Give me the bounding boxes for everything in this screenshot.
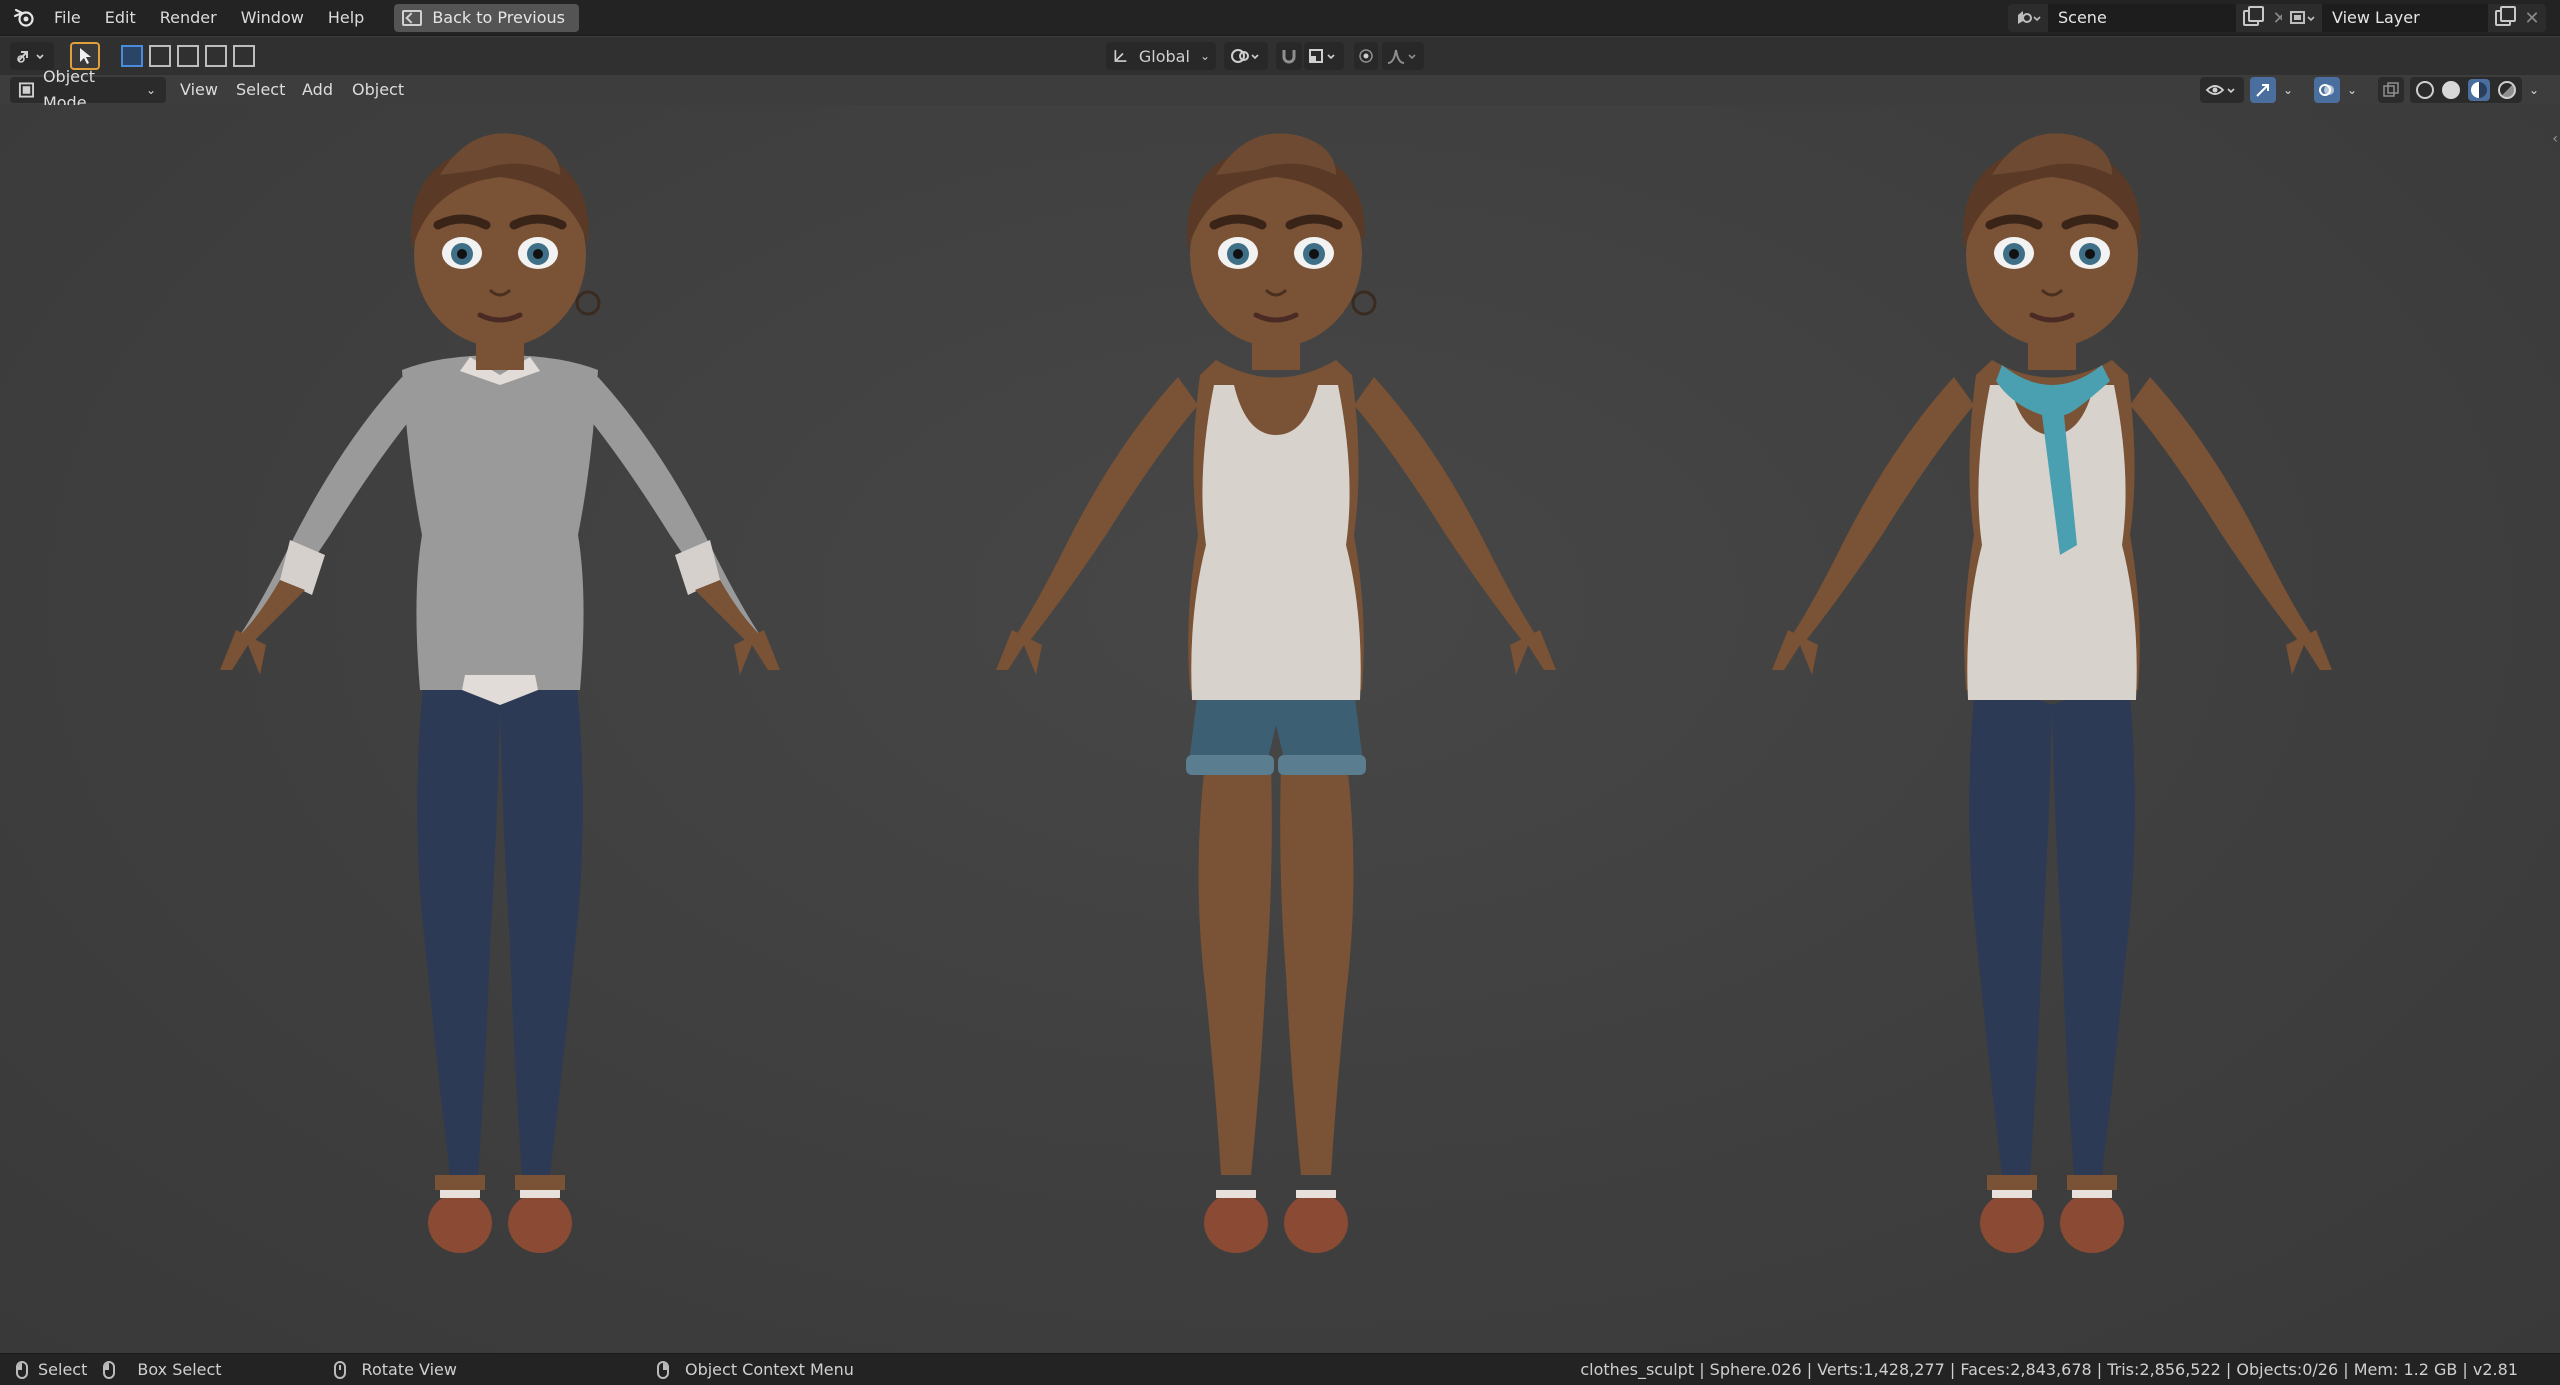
shading-mode-group	[2410, 77, 2522, 103]
status-bar: Select Box Select Rotate View Object Con…	[0, 1353, 2560, 1385]
overlays-icon	[2319, 84, 2334, 96]
new-view-layer-button[interactable]	[2488, 4, 2518, 32]
mouse-left-icon	[16, 1360, 28, 1379]
gizmo-toggle-button[interactable]	[2250, 77, 2276, 103]
cursor-arrow-icon	[80, 48, 91, 64]
select-extend-icon[interactable]	[149, 45, 171, 67]
scene-selector: Scene ✕	[2008, 4, 2294, 32]
status-rotate-view-hint: Rotate View	[333, 1360, 457, 1379]
view-layer-browse-button[interactable]	[2282, 4, 2322, 32]
selection-mode-group	[120, 42, 256, 70]
chevron-down-icon: ⌄	[1199, 49, 1210, 63]
overlays-dropdown-chevron-icon[interactable]: ⌄	[2342, 77, 2362, 103]
scene-name-field[interactable]: Scene	[2048, 4, 2236, 32]
menu-edit[interactable]: Edit	[93, 0, 148, 36]
status-select-hint: Select	[16, 1360, 87, 1379]
solid-shading-icon[interactable]	[2442, 81, 2460, 99]
xray-toggle-button[interactable]	[2378, 77, 2404, 103]
material-preview-shading-icon[interactable]	[2468, 79, 2490, 101]
object-visibility-button[interactable]	[2200, 77, 2244, 103]
object-mode-dropdown[interactable]: Object Mode ⌄	[10, 67, 166, 112]
status-box-select-hint: Box Select	[103, 1360, 222, 1379]
select-subtract-icon[interactable]	[177, 45, 199, 67]
menu-view[interactable]: View	[172, 77, 226, 103]
editor-type-icon	[17, 51, 44, 63]
menu-render[interactable]: Render	[148, 0, 229, 36]
transform-orientation-label: Global	[1138, 46, 1190, 66]
mouse-drag-icon	[103, 1360, 116, 1379]
duplicate-icon	[2243, 6, 2264, 26]
view-layer-name-field[interactable]: View Layer	[2322, 4, 2488, 32]
menu-help[interactable]: Help	[316, 0, 376, 36]
status-select-label: Select	[38, 1360, 88, 1379]
duplicate-icon	[2495, 6, 2516, 26]
chevron-down-icon: ⌄	[145, 83, 156, 97]
scene-browse-button[interactable]	[2008, 4, 2048, 32]
back-to-previous-label: Back to Previous	[432, 8, 566, 27]
character-tank-top-jeans-scarf[interactable]	[1692, 115, 2412, 1315]
object-mode-icon	[18, 82, 35, 98]
snap-increment-icon	[1309, 49, 1335, 63]
pivot-point-icon	[1231, 49, 1259, 63]
gizmo-dropdown-chevron-icon[interactable]: ⌄	[2278, 77, 2298, 103]
status-context-menu-hint: Object Context Menu	[656, 1360, 854, 1379]
snap-target-button[interactable]	[1304, 42, 1344, 70]
mouse-middle-icon	[333, 1360, 346, 1379]
delete-view-layer-button[interactable]: ✕	[2518, 4, 2546, 32]
gizmo-icon	[2256, 84, 2269, 97]
3d-viewport[interactable]: ‹	[0, 105, 2560, 1353]
menu-object[interactable]: Object	[344, 77, 412, 103]
top-menu-bar: File Edit Render Window Help Back to Pre…	[0, 0, 2560, 36]
status-rotate-view-label: Rotate View	[361, 1360, 457, 1379]
scene-statistics: clothes_sculpt | Sphere.026 | Verts:1,42…	[1580, 1360, 2518, 1379]
proportional-edit-icon	[1359, 49, 1373, 63]
status-box-select-label: Box Select	[137, 1360, 222, 1379]
proportional-falloff-button[interactable]	[1382, 42, 1424, 70]
select-intersect-icon[interactable]	[233, 45, 255, 67]
blender-logo-icon[interactable]	[6, 0, 42, 36]
character-tank-top-and-shorts[interactable]	[916, 115, 1636, 1315]
view-layer-icon	[2290, 11, 2315, 24]
status-context-menu-label: Object Context Menu	[684, 1360, 854, 1379]
mouse-right-icon	[656, 1360, 669, 1379]
menu-file[interactable]: File	[42, 0, 93, 36]
viewport-header: Object Mode ⌄ View Select Add Object ⌄ ⌄	[0, 67, 2560, 112]
snap-toggle-button[interactable]	[1276, 42, 1302, 70]
pivot-point-button[interactable]	[1224, 42, 1268, 70]
xray-icon	[2383, 82, 2399, 97]
menu-window[interactable]: Window	[229, 0, 316, 36]
menu-add[interactable]: Add	[294, 77, 341, 103]
rendered-shading-icon[interactable]	[2498, 81, 2516, 99]
menu-select[interactable]: Select	[228, 77, 293, 103]
tool-header: Global ⌄	[0, 37, 2560, 75]
character-sweater-and-jeans[interactable]	[140, 115, 860, 1315]
transform-orientation-dropdown[interactable]: Global ⌄	[1106, 42, 1216, 70]
scene-icon	[2018, 11, 2041, 24]
new-scene-button[interactable]	[2236, 4, 2266, 32]
back-to-previous-button[interactable]: Back to Previous	[394, 3, 580, 32]
falloff-curve-icon	[1387, 49, 1416, 64]
eye-icon	[2205, 85, 2235, 95]
back-icon	[402, 9, 423, 26]
view-layer-selector: View Layer ✕	[2282, 4, 2546, 32]
select-invert-icon[interactable]	[205, 45, 227, 67]
shading-dropdown-chevron-icon[interactable]: ⌄	[2524, 77, 2544, 103]
wireframe-shading-icon[interactable]	[2416, 81, 2434, 99]
magnet-icon	[1282, 50, 1296, 64]
proportional-editing-button[interactable]	[1354, 42, 1378, 70]
overlays-toggle-button[interactable]	[2314, 77, 2340, 103]
orientation-axis-icon	[1114, 50, 1127, 62]
sidebar-toggle-chevron-icon[interactable]: ‹	[2552, 131, 2558, 147]
